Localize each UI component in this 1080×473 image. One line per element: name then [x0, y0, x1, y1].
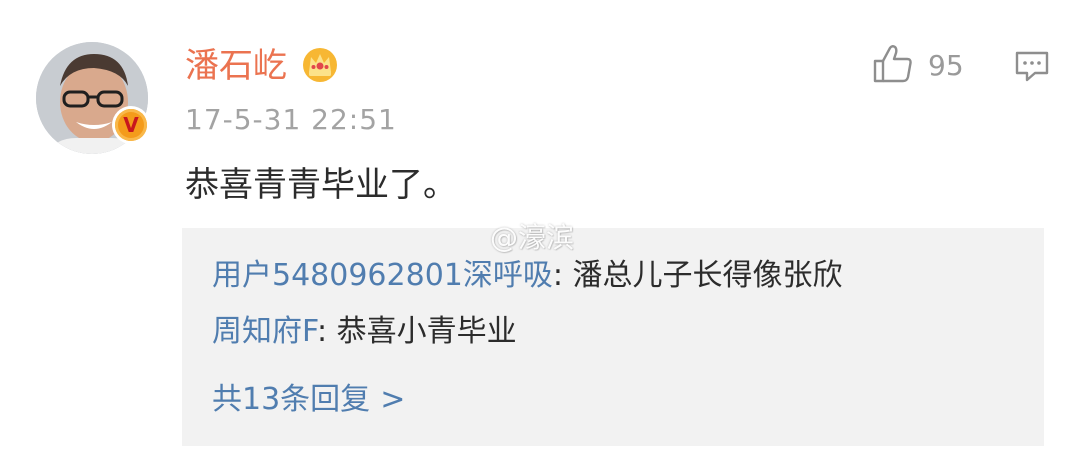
comment-timestamp: 17-5-31 22:51 — [185, 103, 397, 136]
reply-box: 用户5480962801深呼吸: 潘总儿子长得像张欣 周知府F: 恭喜小青毕业 … — [182, 228, 1044, 446]
like-count: 95 — [928, 49, 964, 82]
reply-text: 潘总儿子长得像张欣 — [572, 258, 843, 293]
more-replies-link[interactable]: 共13条回复 > — [212, 378, 405, 422]
watermark: @濠滨 — [490, 221, 575, 254]
reply-separator: : — [316, 314, 337, 349]
reply-separator: : — [552, 258, 573, 293]
reply-username[interactable]: 周知府F — [212, 314, 317, 349]
chevron-right-icon[interactable]: > — [380, 382, 405, 417]
crown-icon — [300, 44, 340, 88]
reply-row: 用户5480962801深呼吸: 潘总儿子长得像张欣 — [212, 254, 843, 298]
comment-text: 恭喜青青毕业了。 — [185, 165, 457, 205]
thumbs-up-icon[interactable] — [872, 44, 914, 88]
reply-text: 恭喜小青毕业 — [336, 314, 517, 349]
verified-badge-letter: V — [115, 109, 147, 141]
reply-row: 周知府F: 恭喜小青毕业 — [212, 310, 517, 354]
verified-badge: V — [112, 106, 150, 144]
comment-icon[interactable] — [1014, 50, 1050, 88]
more-replies-label[interactable]: 共13条回复 — [212, 382, 370, 417]
like-button[interactable]: 95 — [872, 44, 964, 88]
comment-username[interactable]: 潘石屹 — [185, 44, 287, 88]
reply-username[interactable]: 用户5480962801深呼吸 — [212, 258, 553, 293]
